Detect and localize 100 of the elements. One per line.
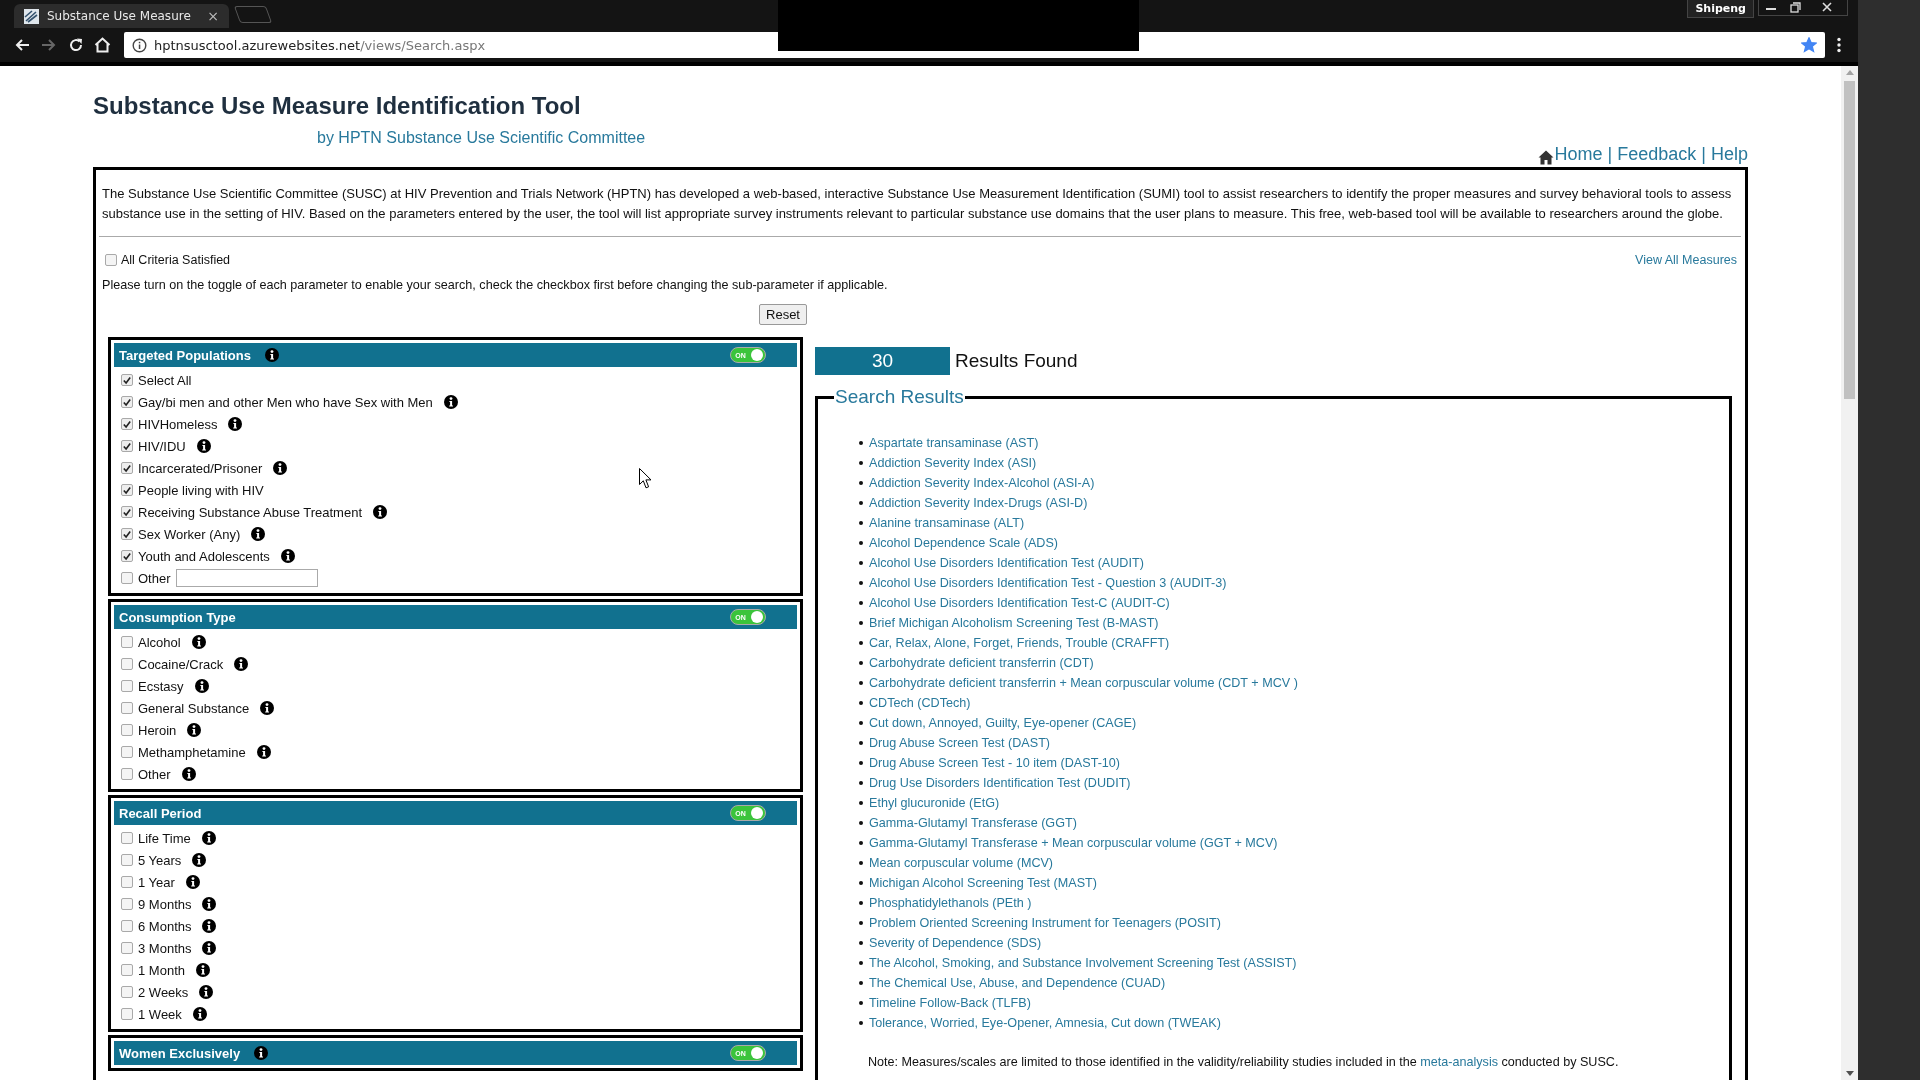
- info-icon[interactable]: [228, 417, 243, 431]
- forward-icon[interactable]: [40, 37, 57, 53]
- checkbox[interactable]: [121, 396, 133, 408]
- info-icon[interactable]: [199, 985, 214, 999]
- result-link[interactable]: Severity of Dependence (SDS): [869, 936, 1042, 950]
- result-link[interactable]: Addiction Severity Index-Alcohol (ASI-A): [869, 476, 1095, 490]
- info-icon[interactable]: [191, 635, 206, 649]
- result-link[interactable]: Aspartate transaminase (AST): [869, 436, 1039, 450]
- checkbox[interactable]: [121, 1008, 133, 1020]
- result-link[interactable]: Alcohol Use Disorders Identification Test (AUDIT): [869, 556, 1144, 570]
- info-icon[interactable]: [202, 897, 217, 911]
- info-icon[interactable]: [260, 701, 275, 715]
- result-link[interactable]: Alcohol Use Disorders Identification Test - Question 3 (AUDIT-3): [869, 576, 1227, 590]
- info-icon[interactable]: [280, 549, 295, 563]
- reload-icon[interactable]: [67, 37, 84, 53]
- checkbox[interactable]: [121, 484, 133, 496]
- info-icon[interactable]: [201, 831, 216, 845]
- info-icon[interactable]: [264, 348, 279, 362]
- reset-button[interactable]: Reset: [759, 304, 807, 325]
- result-link[interactable]: Carbohydrate deficient transferrin (CDT): [869, 656, 1094, 670]
- checkbox[interactable]: [121, 986, 133, 998]
- result-link[interactable]: Drug Abuse Screen Test - 10 item (DAST-10): [869, 756, 1121, 770]
- result-link[interactable]: Addiction Severity Index-Drugs (ASI-D): [869, 496, 1088, 510]
- checkbox[interactable]: [121, 462, 133, 474]
- checkbox[interactable]: [121, 942, 133, 954]
- checkbox[interactable]: [121, 876, 133, 888]
- checkbox[interactable]: [121, 636, 133, 648]
- result-link[interactable]: Addiction Severity Index (ASI): [869, 456, 1037, 470]
- scrollbar[interactable]: [1841, 66, 1858, 1080]
- info-icon[interactable]: [234, 657, 249, 671]
- checkbox[interactable]: [121, 440, 133, 452]
- browser-tab[interactable]: Substance Use Measure ×: [14, 4, 229, 28]
- checkbox[interactable]: [121, 854, 133, 866]
- result-link[interactable]: Drug Abuse Screen Test (DAST): [869, 736, 1051, 750]
- result-link[interactable]: Drug Use Disorders Identification Test (DUDIT): [869, 776, 1131, 790]
- checkbox[interactable]: [105, 254, 117, 266]
- nav-link[interactable]: Feedback: [1617, 143, 1697, 165]
- result-link[interactable]: Car, Relax, Alone, Forget, Friends, Trouble (CRAFFT): [869, 636, 1170, 650]
- checkbox[interactable]: [121, 964, 133, 976]
- meta-analysis-link[interactable]: meta-analysis: [1420, 1055, 1498, 1069]
- checkbox[interactable]: [121, 572, 133, 584]
- result-link[interactable]: Cut down, Annoyed, Guilty, Eye-opener (CAGE): [869, 716, 1137, 730]
- info-icon[interactable]: [443, 395, 458, 409]
- result-link[interactable]: Phosphatidylethanols (PEth ): [869, 896, 1032, 910]
- checkbox[interactable]: [121, 418, 133, 430]
- info-icon[interactable]: [192, 1007, 207, 1021]
- tab-close-button[interactable]: ×: [207, 8, 219, 24]
- info-icon[interactable]: [373, 505, 388, 519]
- result-link[interactable]: Timeline Follow-Back (TLFB): [869, 996, 1031, 1010]
- checkbox[interactable]: [121, 898, 133, 910]
- other-input-field[interactable]: [175, 569, 318, 587]
- checkbox[interactable]: [121, 746, 133, 758]
- profile-button[interactable]: Shipeng: [1687, 0, 1754, 18]
- scrollbar-thumb[interactable]: [1844, 81, 1855, 399]
- info-icon[interactable]: [256, 745, 271, 759]
- checkbox[interactable]: [121, 550, 133, 562]
- nav-link[interactable]: Help: [1710, 143, 1748, 165]
- result-link[interactable]: Alanine transaminase (ALT): [869, 516, 1025, 530]
- result-link[interactable]: Alcohol Use Disorders Identification Test-C (AUDIT-C): [869, 596, 1170, 610]
- result-link[interactable]: The Chemical Use, Abuse, and Dependence (CUAD): [869, 976, 1166, 990]
- checkbox[interactable]: [121, 374, 133, 386]
- back-icon[interactable]: [13, 37, 30, 53]
- view-all-link[interactable]: View All Measures: [1635, 253, 1737, 267]
- checkbox[interactable]: [121, 680, 133, 692]
- info-icon[interactable]: [202, 919, 217, 933]
- home-icon[interactable]: [94, 37, 111, 53]
- result-link[interactable]: Gamma-Glutamyl Transferase (GGT): [869, 816, 1077, 830]
- result-link[interactable]: Ethyl glucuronide (EtG): [869, 796, 1000, 810]
- checkbox[interactable]: [121, 832, 133, 844]
- menu-icon[interactable]: [1836, 37, 1841, 53]
- result-link[interactable]: Mean corpuscular volume (MCV): [869, 856, 1054, 870]
- info-icon[interactable]: [202, 941, 217, 955]
- info-icon[interactable]: [132, 37, 147, 53]
- checkbox[interactable]: [121, 920, 133, 932]
- result-link[interactable]: Problem Oriented Screening Instrument for Teenagers (POSIT): [869, 916, 1221, 930]
- checkbox[interactable]: [121, 528, 133, 540]
- result-link[interactable]: The Alcohol, Smoking, and Substance Involvement Screening Test (ASSIST): [869, 956, 1297, 970]
- bookmark-star-icon[interactable]: [1801, 37, 1817, 53]
- checkbox[interactable]: [121, 506, 133, 518]
- info-icon[interactable]: [273, 461, 288, 475]
- info-icon[interactable]: [185, 875, 200, 889]
- checkbox[interactable]: [121, 658, 133, 670]
- checkbox[interactable]: [121, 724, 133, 736]
- info-icon[interactable]: [192, 853, 207, 867]
- result-link[interactable]: Carbohydrate deficient transferrin + Mean corpuscular volume (CDT + MCV ): [869, 676, 1298, 690]
- info-icon[interactable]: [196, 439, 211, 453]
- info-icon[interactable]: [187, 723, 202, 737]
- info-icon[interactable]: [251, 527, 266, 541]
- nav-link[interactable]: Home: [1537, 143, 1603, 165]
- info-icon[interactable]: [196, 963, 210, 977]
- result-link[interactable]: Gamma-Glutamyl Transferase + Mean corpuscular volume (GGT + MCV): [869, 836, 1278, 850]
- info-icon[interactable]: [181, 767, 196, 781]
- result-link[interactable]: Brief Michigan Alcoholism Screening Test (B-MAST): [869, 616, 1159, 630]
- result-link[interactable]: CDTech (CDTech): [869, 696, 971, 710]
- checkbox[interactable]: [121, 768, 133, 780]
- info-icon[interactable]: [194, 679, 209, 693]
- info-icon[interactable]: [254, 1046, 269, 1060]
- checkbox[interactable]: [121, 702, 133, 714]
- scroll-down-icon[interactable]: [1845, 1071, 1854, 1076]
- result-link[interactable]: Tolerance, Worried, Eye-Opener, Amnesia, Cut down (TWEAK): [869, 1016, 1221, 1030]
